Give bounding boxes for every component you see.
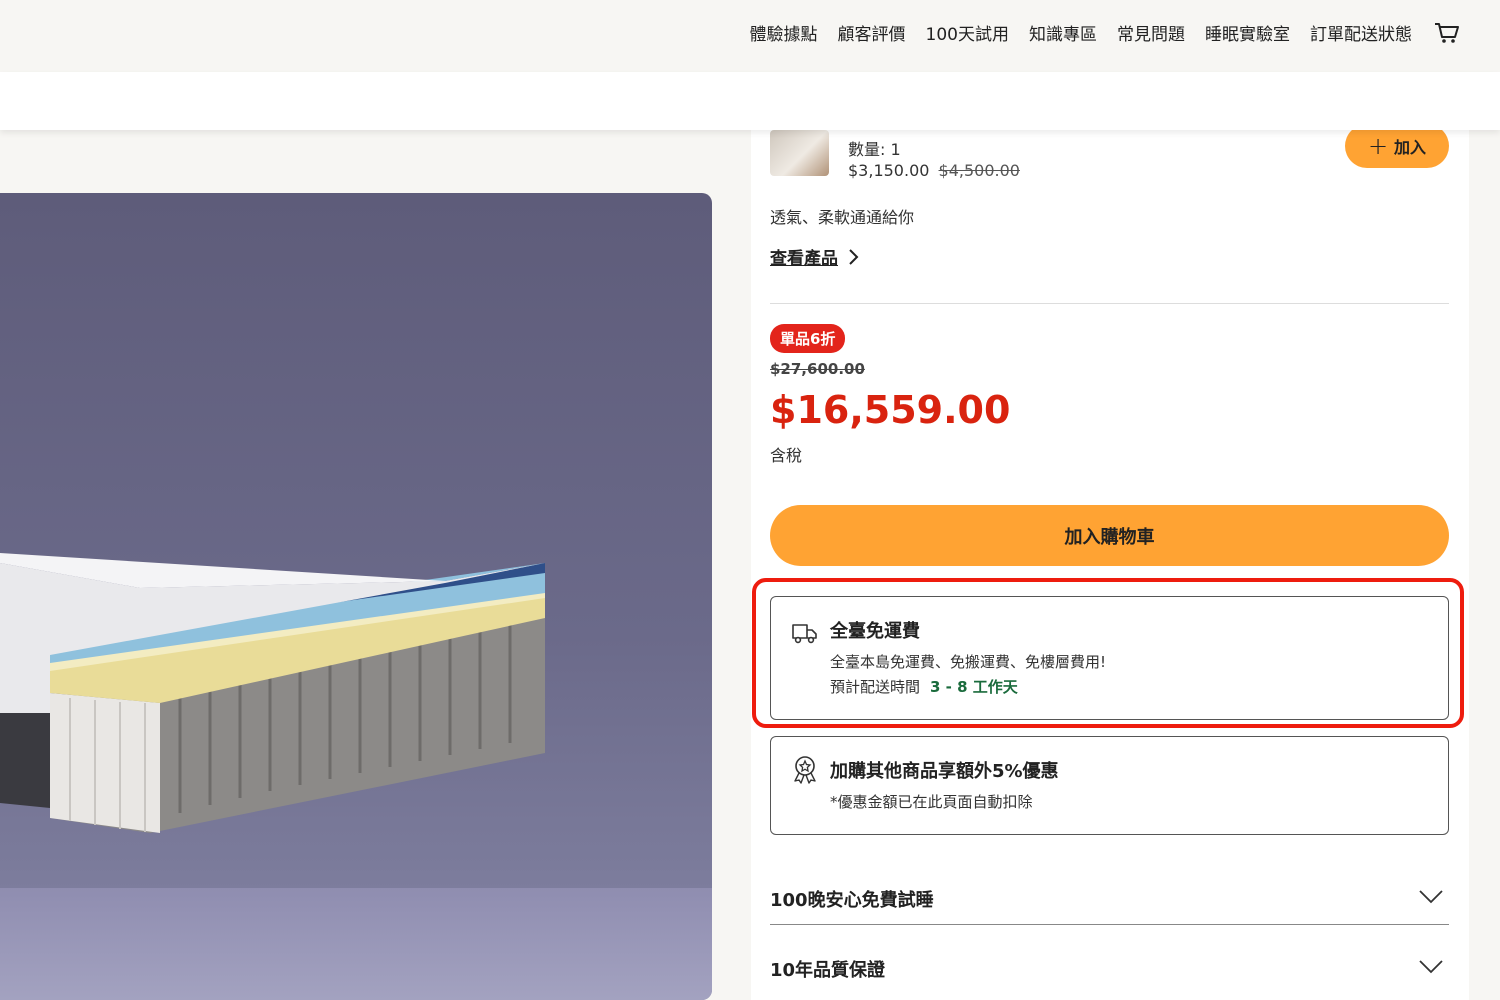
shipping-detail: 全臺本島免運費、免搬運費、免樓層費用! (830, 653, 1107, 671)
nav-item-faq[interactable]: 常見問題 (1117, 20, 1185, 45)
addon-price: $3,150.00 $4,500.00 (848, 161, 1020, 180)
nav-item-knowledge[interactable]: 知識專區 (1029, 20, 1097, 45)
section-divider (770, 303, 1449, 304)
original-price: $27,600.00 (770, 360, 865, 378)
addon-add-label: 加入 (1394, 138, 1427, 157)
bundle-offer-note: *優惠金額已在此頁面自動扣除 (830, 793, 1033, 811)
shipping-title: 全臺免運費 (830, 621, 920, 642)
delivery-time: 預計配送時間 3 - 8 工作天 (830, 676, 1018, 697)
tax-note: 含稅 (770, 446, 803, 465)
sale-price: $16,559.00 (770, 388, 1011, 432)
secondary-header-bar (0, 72, 1500, 130)
accordion-free-trial[interactable]: 100晚安心免費試睡 (770, 872, 1449, 925)
product-detail-panel: 數量: 1 $3,150.00 $4,500.00 + 加入 透氣、柔軟通通給你… (751, 124, 1469, 1000)
nav-item-reviews[interactable]: 顧客評價 (838, 20, 906, 45)
addon-quantity: 數量: 1 (848, 140, 901, 159)
chevron-down-icon (1419, 890, 1443, 904)
accordion-label: 100晚安心免費試睡 (770, 890, 934, 911)
top-navigation-bar: 體驗據點 顧客評價 100天試用 知識專區 常見問題 睡眠實驗室 訂單配送狀態 (0, 0, 1500, 72)
shipping-info-box: 全臺免運費 全臺本島免運費、免搬運費、免樓層費用! 預計配送時間 3 - 8 工作… (770, 596, 1449, 720)
addon-product-thumbnail[interactable] (770, 130, 829, 176)
view-product-link[interactable]: 查看產品 (770, 244, 860, 269)
bundle-offer-box: 加購其他商品享額外5%優惠 *優惠金額已在此頁面自動扣除 (770, 736, 1449, 835)
addon-description: 透氣、柔軟通通給你 (770, 208, 915, 227)
truck-icon (792, 624, 817, 644)
delivery-time-label: 預計配送時間 (830, 678, 921, 696)
addon-sale-price: $3,150.00 (848, 161, 930, 180)
chevron-down-icon (1419, 960, 1443, 974)
addon-original-price: $4,500.00 (938, 161, 1020, 180)
accordion-label: 10年品質保證 (770, 960, 886, 981)
plus-icon: + (1367, 132, 1389, 160)
award-badge-icon (794, 756, 816, 784)
cart-icon[interactable] (1434, 21, 1460, 45)
nav-item-locations[interactable]: 體驗據點 (750, 20, 818, 45)
add-to-cart-button[interactable]: 加入購物車 (770, 505, 1449, 566)
bundle-offer-title: 加購其他商品享額外5%優惠 (830, 761, 1059, 782)
accordion-warranty[interactable]: 10年品質保證 (770, 942, 1449, 994)
nav-item-order-status[interactable]: 訂單配送狀態 (1310, 20, 1412, 45)
delivery-days: 3 - 8 工作天 (930, 678, 1018, 696)
nav-item-trial[interactable]: 100天試用 (926, 20, 1009, 45)
discount-badge: 單品6折 (770, 324, 846, 353)
addon-add-button[interactable]: + 加入 (1345, 124, 1449, 168)
chevron-right-icon (849, 248, 859, 265)
mattress-illustration (0, 553, 545, 833)
product-image (0, 193, 712, 1000)
view-product-label: 查看產品 (770, 249, 838, 269)
nav-item-sleep-lab[interactable]: 睡眠實驗室 (1205, 20, 1290, 45)
main-nav: 體驗據點 顧客評價 100天試用 知識專區 常見問題 睡眠實驗室 訂單配送狀態 (730, 20, 1460, 45)
